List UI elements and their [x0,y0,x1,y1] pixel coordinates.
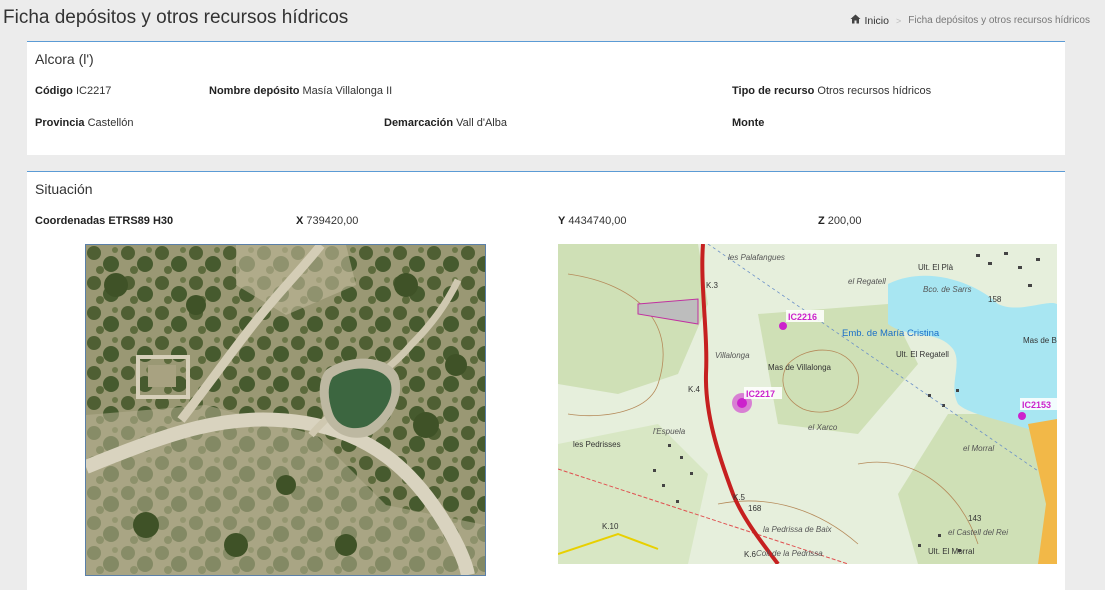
marker-label: IC2153 [1022,400,1051,410]
field-provincia: Provincia Castellón [35,117,133,129]
map-label: les Pedrisses [573,440,621,449]
topographic-map-image: les Palafangues el Regatell Villalonga e… [558,244,1057,564]
field-value: Castellón [87,117,134,129]
map-label: les Palafangues [728,253,785,262]
field-tipo-recurso: Tipo de recurso Otros recursos hídricos [732,85,931,97]
coord-z: Z 200,00 [818,215,861,227]
map-label: Villalonga [715,351,750,360]
map-label: K.3 [706,281,719,290]
field-value: Otros recursos hídricos [817,85,932,97]
aerial-photo[interactable] [85,244,486,576]
coord-value: 4434740,00 [568,215,627,227]
breadcrumb-home-link[interactable]: Inicio [850,14,889,27]
topographic-map[interactable]: les Palafangues el Regatell Villalonga e… [558,244,1057,564]
map-label-reservoir: Emb. de María Cristina [842,328,940,339]
coord-value: 739420,00 [306,215,359,227]
map-label: Ult. El Morral [928,547,974,556]
map-label: Mas de Villalonga [768,363,832,372]
field-value: Vall d'Alba [456,117,507,129]
chevron-right-icon: > [895,15,902,26]
home-icon [850,14,861,27]
breadcrumb-current: Ficha depósitos y otros recursos hídrico… [908,15,1090,26]
panel-heading-municipality: Alcora (l') [35,51,94,67]
map-label: K.10 [602,522,619,531]
breadcrumb: Inicio > Ficha depósitos y otros recurso… [850,14,1090,27]
map-label: la Pedrissa de Baix [763,525,832,534]
map-label: Mas de Brig [1023,336,1057,345]
panel-heading-situacion: Situación [35,181,93,197]
map-label: K.6 [744,550,757,559]
breadcrumb-home-label: Inicio [864,14,889,27]
field-label: Código [35,85,73,97]
field-label: Provincia [35,117,85,129]
marker-label: IC2216 [788,312,817,322]
coord-y: Y 4434740,00 [558,215,627,227]
field-monte: Monte [732,117,764,129]
map-label: K.4 [688,385,701,394]
field-value: IC2217 [75,85,112,97]
coord-value: 200,00 [827,215,862,227]
coords-system-label: Coordenadas ETRS89 H30 [35,215,174,227]
map-label: 143 [968,514,982,523]
map-label: Ult. El Plà [918,263,954,272]
map-label: Ult. El Regatell [896,350,949,359]
field-label: Demarcación [384,117,454,129]
field-label: Monte [732,117,765,129]
field-nombre-deposito: Nombre depósito Masía Villalonga II [209,85,392,97]
field-codigo: Código IC2217 [35,85,111,97]
page-header: Ficha depósitos y otros recursos hídrico… [0,0,1105,40]
deposit-panel: Alcora (l') Código IC2217 Nombre depósit… [27,41,1065,155]
map-label: el Regatell [848,277,886,286]
marker-label: IC2217 [746,389,775,399]
field-value: Masía Villalonga II [302,85,393,97]
map-label: K.5 [733,493,746,502]
field-label: Tipo de recurso [732,85,815,97]
situacion-panel: Situación Coordenadas ETRS89 H30 X 73942… [27,171,1065,590]
map-label: Coll de la Pedrissa [756,549,823,558]
page-title: Ficha depósitos y otros recursos hídrico… [3,7,349,28]
map-label: 158 [988,295,1002,304]
map-label: l'Espuela [653,427,686,436]
map-label: Bco. de Sarrs [923,285,971,294]
map-label: el Xarco [808,423,838,432]
aerial-photo-image [86,245,485,575]
coord-x: X 739420,00 [296,215,358,227]
coords-label: Coordenadas ETRS89 H30 [35,215,173,227]
coord-label: X [296,215,304,227]
field-demarcacion: Demarcación Vall d'Alba [384,117,507,129]
coord-label: Z [818,215,825,227]
field-label: Nombre depósito [209,85,300,97]
coord-label: Y [558,215,566,227]
map-label: 168 [748,504,762,513]
map-label: el Castell del Rei [948,528,1008,537]
map-label: el Morral [963,444,994,453]
